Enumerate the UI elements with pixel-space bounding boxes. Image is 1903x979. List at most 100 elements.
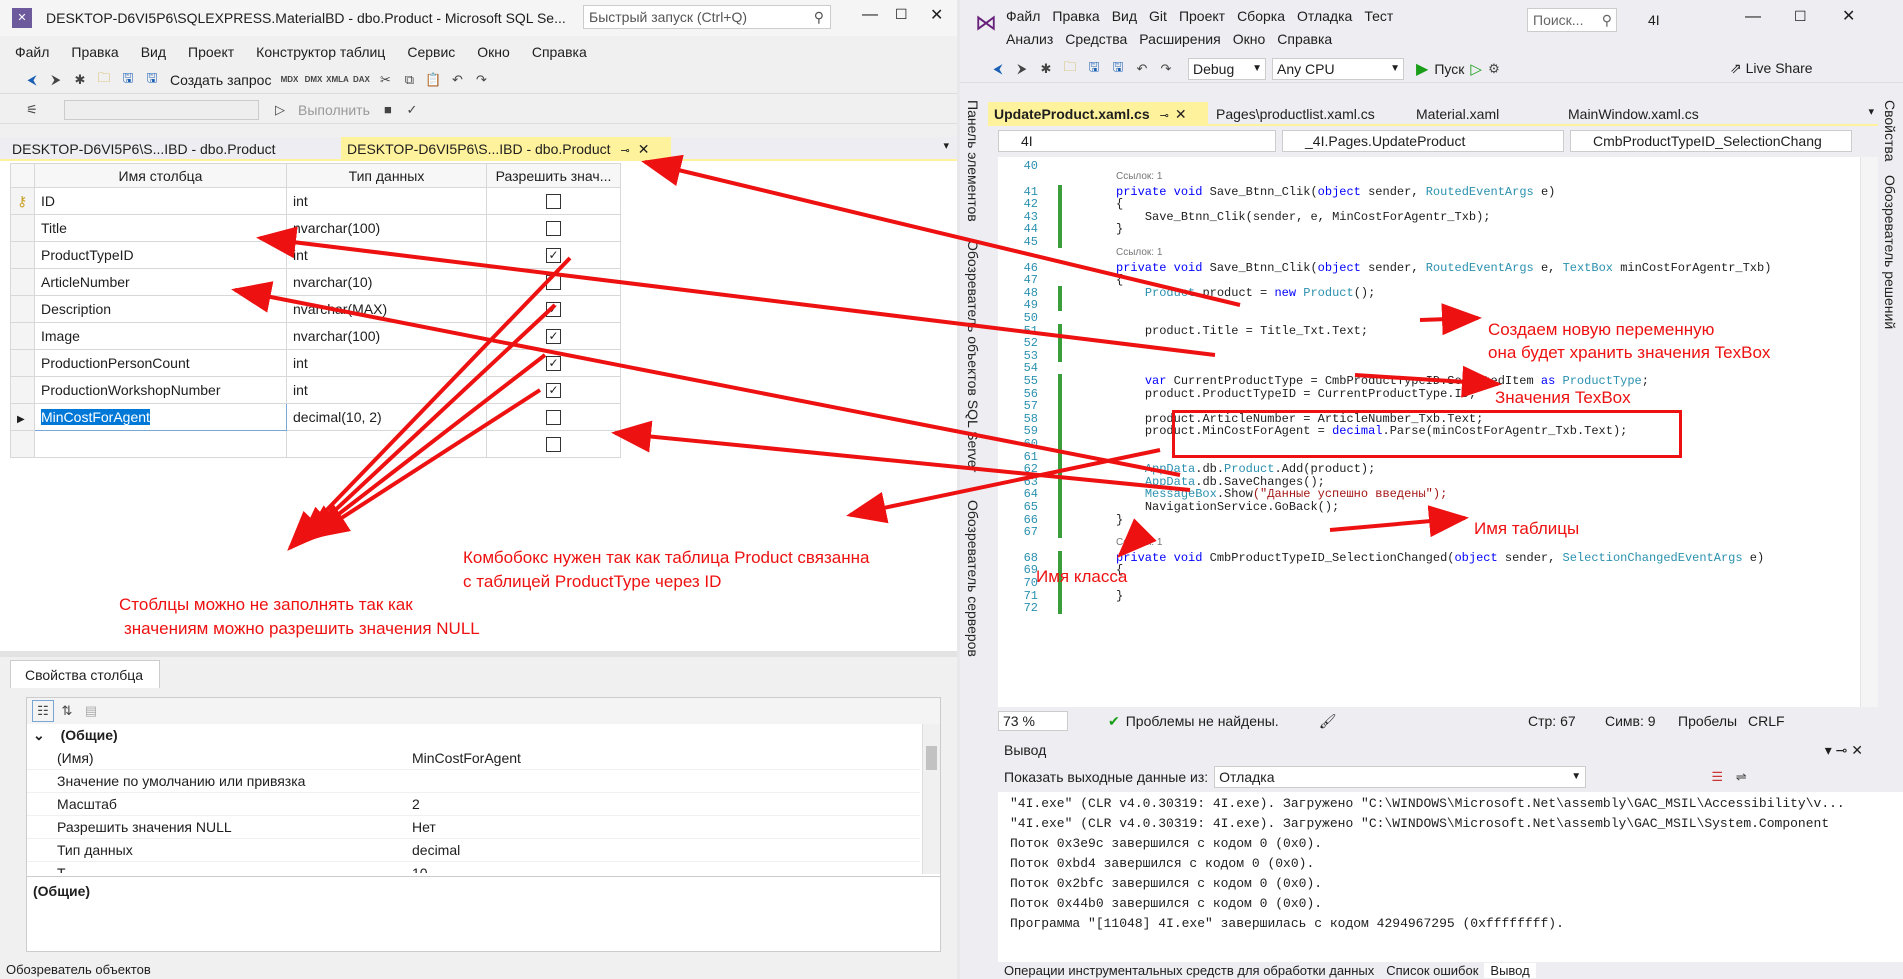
- row-selector[interactable]: [10, 295, 35, 323]
- property-value[interactable]: Нет: [412, 816, 920, 838]
- code-line[interactable]: }: [1116, 589, 1123, 603]
- reference-count[interactable]: Ссылок: 1: [1116, 171, 1162, 182]
- forward-icon[interactable]: ⮞: [45, 69, 67, 91]
- close-tab-icon[interactable]: ✕: [1175, 106, 1187, 122]
- row-selector[interactable]: [10, 214, 35, 242]
- xmla-icon[interactable]: XMLA: [326, 69, 349, 91]
- tab-product-1[interactable]: DESKTOP-D6VI5P6\S...IBD - dbo.Product: [6, 137, 282, 161]
- live-share-button[interactable]: ⇗ Live Share: [1730, 60, 1813, 77]
- property-group-header[interactable]: ⌄ (Общие): [27, 724, 940, 747]
- table-row[interactable]: [10, 430, 621, 458]
- copy-icon[interactable]: ⧉: [398, 69, 420, 91]
- menu-item[interactable]: Сборка: [1231, 8, 1291, 24]
- code-line[interactable]: Save_Btnn_Clik(sender, e, MinCostForAgen…: [1116, 210, 1491, 224]
- code-line[interactable]: private void CmbProductTypeID_SelectionC…: [1116, 551, 1764, 565]
- column-name-cell[interactable]: [34, 430, 287, 458]
- back-icon[interactable]: ⮜: [21, 69, 43, 91]
- allow-nulls-checkbox[interactable]: [546, 275, 561, 291]
- allow-nulls-checkbox[interactable]: [546, 194, 561, 210]
- column-name-cell[interactable]: MinCostForAgent: [34, 403, 287, 431]
- tab-updateproduct[interactable]: UpdateProduct.xaml.cs ⊸ ✕: [988, 102, 1208, 126]
- data-type-cell[interactable]: int: [286, 349, 487, 377]
- menu-item[interactable]: Тест: [1358, 8, 1399, 24]
- property-value[interactable]: 10: [412, 862, 920, 873]
- menu-item[interactable]: Сервис: [396, 44, 466, 60]
- allow-nulls-checkbox[interactable]: [546, 221, 561, 237]
- brush-icon[interactable]: 🖌: [1319, 713, 1337, 730]
- row-selector[interactable]: [10, 430, 35, 458]
- code-line[interactable]: private void Save_Btnn_Clik(object sende…: [1116, 185, 1555, 199]
- row-selector[interactable]: ⚷: [10, 187, 35, 215]
- row-selector[interactable]: [10, 268, 35, 296]
- property-row[interactable]: Разрешить значения NULL Нет: [27, 816, 920, 839]
- property-value[interactable]: 2: [412, 793, 920, 815]
- code-line[interactable]: }: [1116, 513, 1123, 527]
- data-type-cell[interactable]: decimal(10, 2): [286, 403, 487, 431]
- menu-item[interactable]: Окно: [466, 44, 521, 60]
- property-value[interactable]: [412, 770, 920, 792]
- data-type-cell[interactable]: int: [286, 376, 487, 404]
- stop-icon[interactable]: ■: [377, 99, 399, 121]
- row-selector[interactable]: [10, 322, 35, 350]
- data-type-cell[interactable]: int: [286, 187, 487, 215]
- data-type-cell[interactable]: [286, 430, 487, 458]
- issues-status[interactable]: Проблемы не найдены.: [1126, 713, 1279, 729]
- menu-item[interactable]: Вид: [130, 44, 177, 60]
- menu-item[interactable]: Файл: [4, 44, 60, 60]
- tab-mainwindow[interactable]: MainWindow.xaml.cs: [1562, 102, 1705, 126]
- panel-options-icon[interactable]: ▾ ⊸ ✕: [1825, 738, 1863, 762]
- column-name-cell[interactable]: ID: [34, 187, 287, 215]
- config-select[interactable]: Debug ▼: [1188, 57, 1266, 80]
- allow-nulls-checkbox[interactable]: [546, 437, 561, 453]
- table-row[interactable]: Image nvarchar(100) ✓: [10, 322, 621, 350]
- property-value[interactable]: decimal: [412, 839, 920, 861]
- tab-product-active[interactable]: DESKTOP-D6VI5P6\S...IBD - dbo.Product ⊸ ✕: [341, 137, 671, 161]
- property-row[interactable]: Тип данных decimal: [27, 839, 920, 862]
- tab-material[interactable]: Material.xaml: [1410, 102, 1505, 126]
- menu-item[interactable]: Справка: [1271, 31, 1338, 47]
- column-name-cell[interactable]: Description: [34, 295, 287, 323]
- close-button[interactable]: ✕: [1842, 6, 1855, 26]
- data-type-cell[interactable]: nvarchar(100): [286, 214, 487, 242]
- allow-nulls-checkbox[interactable]: ✓: [546, 329, 561, 345]
- menu-item[interactable]: Файл: [1000, 8, 1046, 24]
- property-row[interactable]: Масштаб 2: [27, 793, 920, 816]
- tab-dropdown-icon[interactable]: ▾: [1868, 105, 1874, 118]
- reference-count[interactable]: Ссылок: 1: [1116, 537, 1162, 548]
- pin-icon[interactable]: ⊸: [621, 145, 630, 157]
- save-icon[interactable]: 🖫: [117, 69, 139, 91]
- allow-nulls-checkbox[interactable]: ✓: [546, 248, 561, 264]
- platform-select[interactable]: Any CPU ▼: [1272, 57, 1404, 80]
- reference-count[interactable]: Ссылок: 1: [1116, 247, 1162, 258]
- code-line[interactable]: product.ProductTypeID = CurrentProductTy…: [1116, 387, 1476, 401]
- save-all-icon[interactable]: 🖫: [141, 69, 163, 91]
- open-icon[interactable]: 🗀: [93, 69, 115, 91]
- maximize-button[interactable]: ☐: [1794, 8, 1807, 25]
- start-icon[interactable]: ▶: [1416, 59, 1428, 79]
- column-name-cell[interactable]: ArticleNumber: [34, 268, 287, 296]
- solution-explorer-tab[interactable]: Обозреватель решений: [1882, 175, 1898, 329]
- property-row[interactable]: Значение по умолчанию или привязка: [27, 770, 920, 793]
- zoom-select[interactable]: 73 %: [998, 711, 1068, 731]
- column-name-cell[interactable]: Image: [34, 322, 287, 350]
- table-row[interactable]: ProductTypeID int ✓: [10, 241, 621, 269]
- execute-icon[interactable]: ▷: [269, 99, 291, 121]
- property-scrollbar[interactable]: [922, 724, 940, 874]
- quick-launch-input[interactable]: Быстрый запуск (Ctrl+Q) ⚲: [583, 5, 831, 29]
- undo-icon[interactable]: ↶: [1131, 58, 1153, 80]
- data-type-cell[interactable]: nvarchar(10): [286, 268, 487, 296]
- property-row[interactable]: Т... 10: [27, 862, 920, 873]
- mdx-icon[interactable]: MDX: [278, 69, 300, 91]
- new-item-icon[interactable]: ✱: [1035, 58, 1057, 80]
- allow-nulls-checkbox[interactable]: [546, 410, 561, 426]
- menu-item[interactable]: Проект: [1173, 8, 1231, 24]
- menu-item[interactable]: Вид: [1106, 8, 1143, 24]
- menu-item[interactable]: Окно: [1227, 31, 1272, 47]
- cut-icon[interactable]: ✂: [374, 69, 396, 91]
- editor-scrollbar[interactable]: [1860, 157, 1878, 707]
- close-button[interactable]: ✕: [930, 5, 943, 25]
- start-button[interactable]: Пуск: [1428, 61, 1470, 77]
- menu-item[interactable]: Конструктор таблиц: [245, 44, 396, 60]
- column-name-cell[interactable]: ProductionPersonCount: [34, 349, 287, 377]
- row-selector[interactable]: [10, 376, 35, 404]
